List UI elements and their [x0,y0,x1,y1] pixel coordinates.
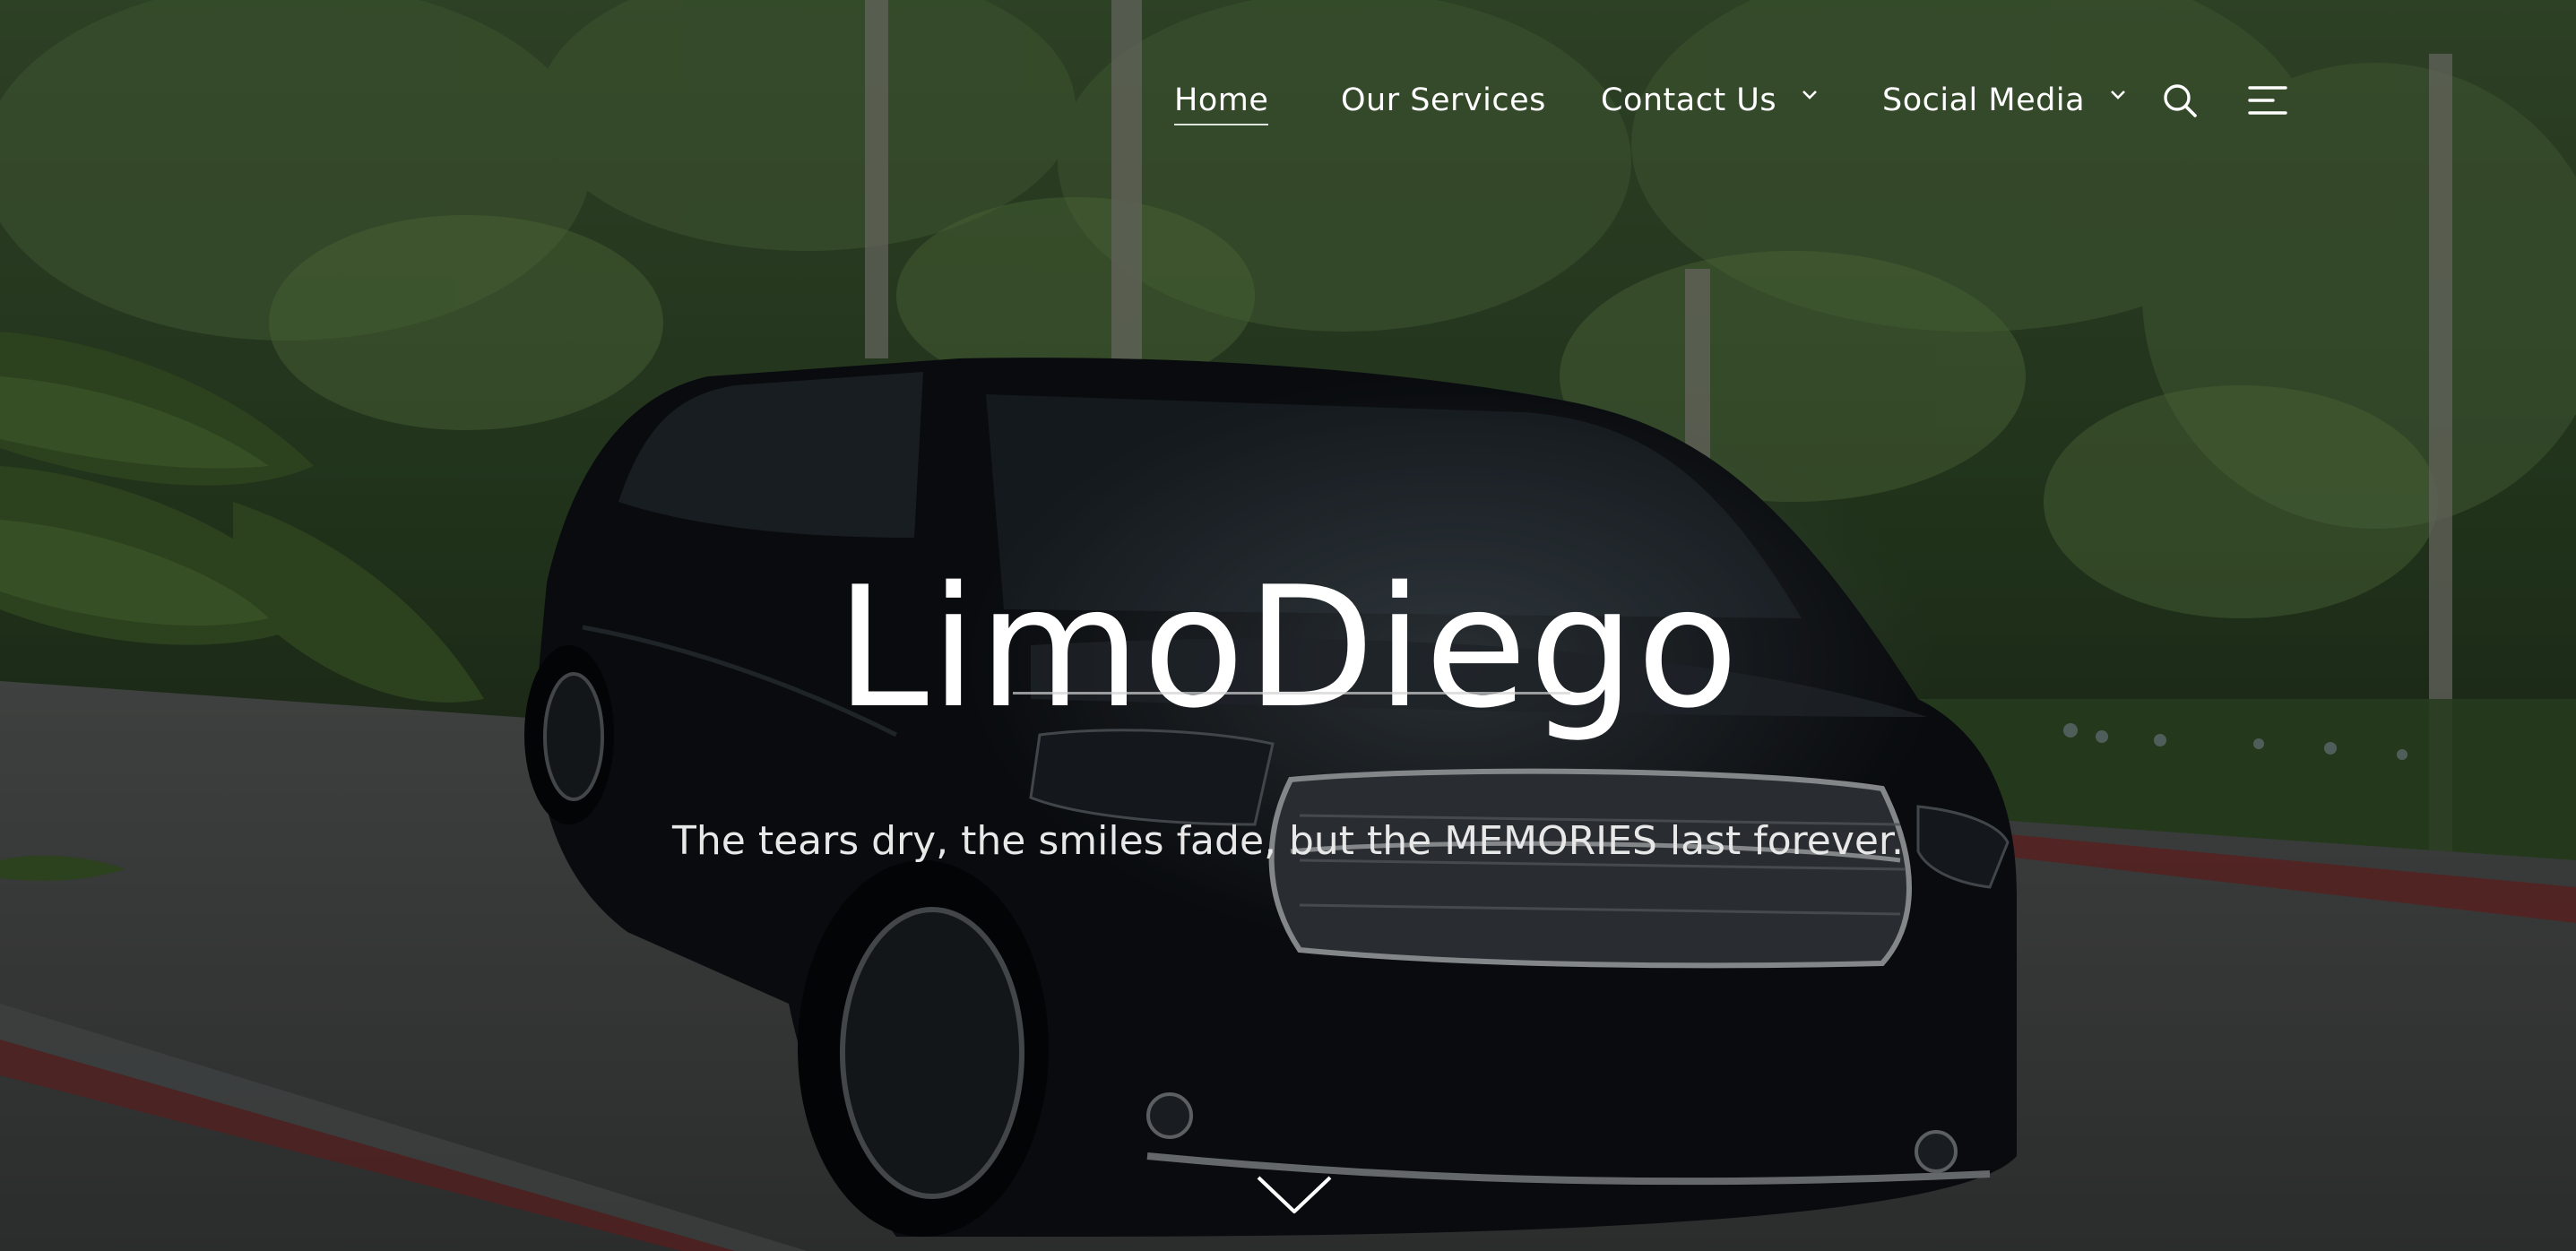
chevron-down-icon [1802,91,1817,99]
chevron-down-icon [2110,91,2125,99]
nav-item-our-services-label: Our Services [1341,82,1546,118]
nav-item-social-media[interactable]: Social Media [1882,81,2126,120]
main-navigation: Home Our Services Contact Us Social Medi… [0,65,2576,136]
nav-item-home[interactable]: Home [1174,81,1269,125]
scroll-down-chevron-icon[interactable] [1255,1172,1334,1217]
nav-item-contact-us-label: Contact Us [1601,82,1777,118]
nav-item-our-services[interactable]: Our Services [1341,81,1546,120]
site-title: LimoDiego [835,549,1741,745]
title-divider [1013,692,1570,695]
nav-item-home-label: Home [1174,81,1269,125]
search-icon[interactable] [2158,79,2201,122]
site-tagline: The tears dry, the smiles fade, but the … [672,818,1904,864]
nav-item-social-media-label: Social Media [1882,82,2086,118]
hero-section: Home Our Services Contact Us Social Medi… [0,0,2576,1251]
menu-icon[interactable] [2246,79,2289,122]
nav-item-contact-us[interactable]: Contact Us [1601,81,1818,120]
